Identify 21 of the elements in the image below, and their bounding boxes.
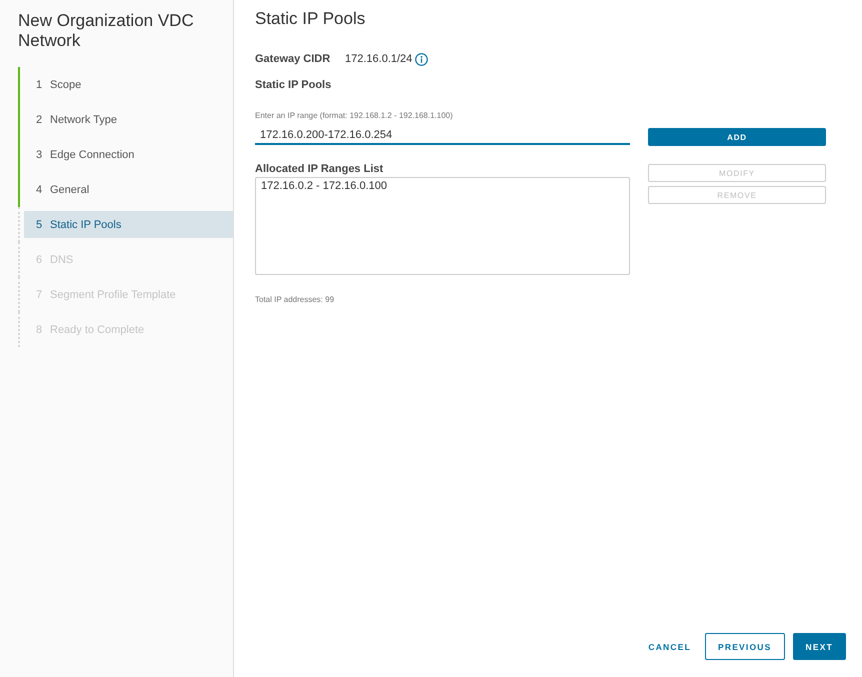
- field-label: Enter an IP range (format: 192.168.1.2 - 192.168.1.100): [255, 110, 453, 121]
- list-item[interactable]: 172.16.0.2 - 172.16.0.100: [260, 179, 388, 193]
- wizard-step[interactable]: 5 Static IP Pools: [24, 211, 233, 238]
- cancel-link[interactable]: CANCEL: [642, 633, 697, 660]
- page-title: Static IP Pools: [255, 9, 366, 29]
- ip-ranges-listbox[interactable]: 172.16.0.2 - 172.16.0.100: [255, 177, 630, 275]
- section-label: Static IP Pools: [255, 78, 332, 92]
- wizard-title: New Organization VDC Network: [18, 11, 195, 51]
- wizard-step[interactable]: 1 Scope: [24, 71, 233, 98]
- action-button[interactable]: ADD: [648, 128, 826, 146]
- ip-range-input[interactable]: 172.16.0.200-172.16.0.254: [255, 126, 630, 145]
- info-icon[interactable]: [415, 52, 428, 66]
- next-button[interactable]: NEXT: [792, 633, 846, 660]
- total-count-text: Total IP addresses: 99: [255, 294, 334, 305]
- previous-button[interactable]: PREVIOUS: [704, 633, 785, 660]
- wizard-step[interactable]: 3 Edge Connection: [24, 141, 233, 168]
- gateway-value: 172.16.0.1/24: [345, 53, 412, 65]
- wizard-step[interactable]: 2 Network Type: [24, 106, 233, 133]
- wizard-step[interactable]: 4 General: [24, 176, 233, 203]
- gateway-label: Gateway CIDR: [255, 53, 332, 65]
- list-label: Allocated IP Ranges List: [255, 162, 384, 176]
